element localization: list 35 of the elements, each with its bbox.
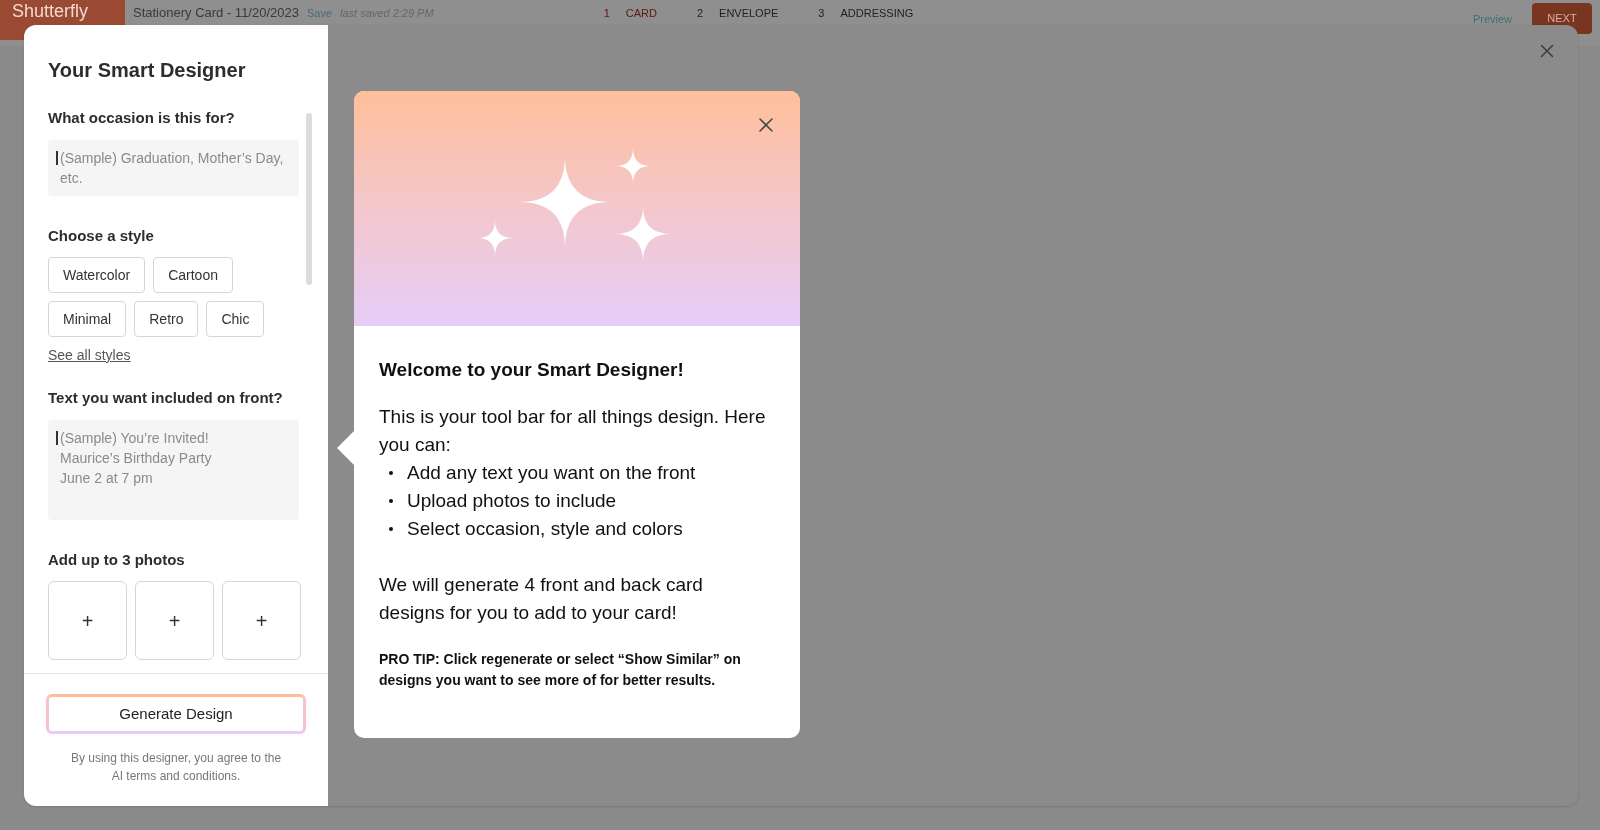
document-title: Stationery Card - 11/20/2023: [133, 4, 299, 22]
intro-text: This is your tool bar for all things design. Here you can:: [379, 404, 767, 457]
terms-text: By using this designer, you agree to the AI terms and conditions.: [69, 750, 283, 785]
add-photo-button[interactable]: +: [222, 581, 301, 660]
bullet-text: Select occasion, style and colors: [407, 516, 683, 541]
panel-title: Your Smart Designer: [48, 58, 247, 83]
step-tab[interactable]: 1 CARD: [603, 7, 657, 20]
outro-text: We will generate 4 front and back card designs for you to add to your card!: [379, 572, 704, 625]
bullet-icon: [389, 470, 393, 475]
style-chip[interactable]: Watercolor: [48, 257, 146, 293]
occasion-field[interactable]: (Sample) Graduation, Mother’s Day, etc.: [48, 139, 299, 196]
add-photo-button[interactable]: +: [48, 581, 127, 660]
step-tab[interactable]: 3 ADDRESSING: [818, 7, 914, 20]
style-chip[interactable]: Minimal: [48, 301, 127, 337]
text-cursor: [56, 430, 58, 445]
scrollbar-thumb[interactable]: [306, 113, 312, 285]
field-label: Choose a style: [48, 225, 155, 246]
text-cursor: [56, 150, 58, 165]
generate-design-button[interactable]: Generate Design: [46, 694, 306, 734]
style-chip[interactable]: Chic: [206, 301, 265, 337]
bullet-text: Add any text you want on the front: [407, 460, 696, 485]
see-all-styles-link[interactable]: See all styles: [48, 347, 131, 363]
step-tab[interactable]: 2 ENVELOPE: [696, 7, 779, 20]
add-photo-button[interactable]: +: [135, 581, 214, 660]
popover-title: Welcome to your Smart Designer!: [379, 358, 685, 382]
field-label: Add up to 3 photos: [48, 549, 186, 570]
front-text-field[interactable]: (Sample) You’re Invited! Maurice’s Birthday Party June 2 at 7 pm: [48, 419, 299, 520]
bullet-icon: [389, 498, 393, 503]
field-label: What occasion is this for?: [48, 108, 236, 128]
bullet-icon: [389, 526, 393, 531]
bullet-text: Upload photos to include: [407, 488, 617, 513]
field-label: Text you want included on front?: [48, 388, 284, 408]
style-chip[interactable]: Cartoon: [153, 257, 233, 293]
style-chip[interactable]: Retro: [134, 301, 199, 337]
pro-tip-text: PRO TIP: Click regenerate or select “Show Similar” on designs you want to see more of for better results.: [379, 649, 742, 690]
